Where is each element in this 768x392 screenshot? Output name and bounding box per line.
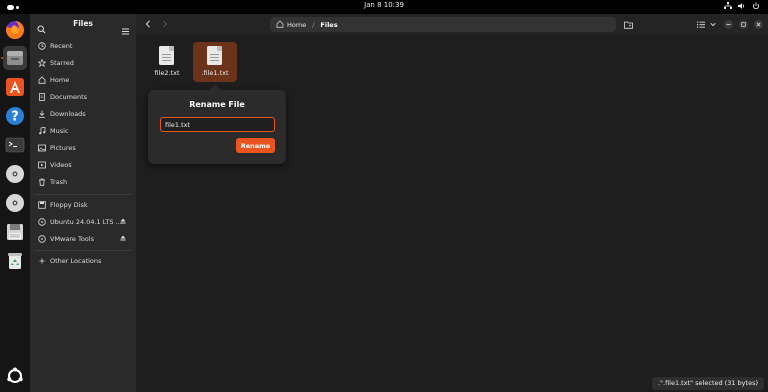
clock[interactable]: Jan 8 10:39: [0, 1, 768, 9]
plus-icon: [38, 257, 46, 265]
sidebar-item-trash[interactable]: Trash: [30, 173, 136, 190]
sidebar-item-label: Videos: [50, 160, 72, 169]
trash-icon: [38, 178, 46, 186]
sidebar-item-label: Documents: [50, 92, 88, 101]
disc-icon: [38, 234, 46, 243]
rename-title: Rename File: [189, 100, 245, 109]
floppy-icon[interactable]: [3, 220, 27, 244]
eject-icon[interactable]: [120, 218, 126, 226]
sidebar-item-floppy-disk[interactable]: Floppy Disk: [30, 196, 136, 213]
sidebar-item-label: Music: [50, 126, 69, 135]
app-center-icon[interactable]: [3, 75, 27, 99]
chevron-down-icon[interactable]: [706, 18, 719, 31]
maximize-button[interactable]: [739, 20, 748, 29]
trash-icon[interactable]: [3, 249, 27, 273]
rename-input[interactable]: [160, 117, 275, 132]
sidebar-item-music[interactable]: Music: [30, 122, 136, 139]
picture-icon: [38, 144, 46, 152]
rename-popover: Rename File Rename: [148, 84, 286, 164]
home-icon: [38, 75, 46, 84]
top-bar: Jan 8 10:39: [0, 0, 768, 14]
popover-arrow: [209, 84, 221, 96]
files-icon[interactable]: [3, 46, 27, 70]
sidebar-item-label: Starred: [50, 58, 74, 67]
download-icon: [38, 110, 46, 118]
file-item-selected[interactable]: .file1.txt: [193, 42, 237, 82]
music-icon: [38, 126, 46, 135]
sidebar-divider: [34, 194, 132, 195]
text-file-icon: [159, 46, 174, 65]
network-icon: [724, 2, 732, 13]
breadcrumb-current[interactable]: Files: [320, 21, 337, 29]
file-name: file2.txt: [154, 69, 180, 77]
back-button[interactable]: [143, 19, 153, 29]
dock: ?: [0, 14, 30, 392]
sidebar-item-label: Ubuntu 24.04.1 LTS ...: [50, 217, 122, 226]
breadcrumb-separator: /: [312, 20, 315, 29]
show-apps-icon[interactable]: [3, 364, 27, 388]
sidebar-item-vmware-tools[interactable]: VMware Tools: [30, 230, 136, 247]
path-bar[interactable]: Home / Files: [270, 17, 616, 32]
video-icon: [38, 161, 46, 169]
sidebar-item-videos[interactable]: Videos: [30, 156, 136, 173]
disc-icon[interactable]: [3, 191, 27, 215]
sidebar-item-label: Other Locations: [50, 256, 102, 265]
sidebar-title: Files: [73, 19, 93, 28]
sidebar-header: Files: [30, 14, 136, 35]
document-icon: [38, 92, 46, 101]
sidebar: Files Recent Starred Home Documents Down…: [30, 14, 136, 392]
sidebar-item-downloads[interactable]: Downloads: [30, 105, 136, 122]
header-bar: Home / Files: [136, 14, 768, 35]
status-overlay: .".file1.txt" selected (31 bytes): [651, 377, 764, 390]
home-icon: [276, 19, 284, 30]
menu-icon[interactable]: [122, 20, 129, 35]
sidebar-item-pictures[interactable]: Pictures: [30, 139, 136, 156]
sidebar-item-label: Recent: [50, 41, 73, 50]
system-tray[interactable]: [724, 2, 760, 13]
sidebar-divider: [34, 250, 132, 251]
sidebar-item-documents[interactable]: Documents: [30, 88, 136, 105]
eject-icon[interactable]: [120, 235, 126, 243]
terminal-icon[interactable]: [3, 133, 27, 157]
main-pane: Home / Files file2.txt .file1.txt Rename…: [136, 14, 768, 392]
volume-icon: [738, 2, 746, 13]
sidebar-item-label: Trash: [50, 177, 68, 186]
open-folder-menu-icon[interactable]: [622, 18, 635, 31]
power-icon: [752, 2, 760, 13]
sidebar-item-recent[interactable]: Recent: [30, 37, 136, 54]
disc-icon[interactable]: [3, 162, 27, 186]
sidebar-item-label: VMware Tools: [50, 234, 94, 243]
file-name: .file1.txt: [201, 69, 229, 77]
disc-icon: [38, 217, 46, 226]
svg-text:?: ?: [11, 110, 19, 125]
rename-button[interactable]: Rename: [236, 138, 275, 153]
sidebar-item-home[interactable]: Home: [30, 71, 136, 88]
minimize-button[interactable]: [724, 20, 733, 29]
help-icon[interactable]: ?: [3, 104, 27, 128]
sidebar-item-label: Pictures: [50, 143, 76, 152]
clock-icon: [38, 41, 46, 50]
star-icon: [38, 58, 46, 67]
sidebar-item-starred[interactable]: Starred: [30, 54, 136, 71]
text-file-icon: [207, 46, 222, 65]
sidebar-item-ubuntu-disc[interactable]: Ubuntu 24.04.1 LTS ...: [30, 213, 136, 230]
sidebar-item-other-locations[interactable]: Other Locations: [30, 252, 136, 269]
forward-button[interactable]: [160, 19, 170, 29]
running-indicator: [1, 57, 3, 59]
file-item[interactable]: file2.txt: [145, 42, 189, 82]
close-button[interactable]: [754, 20, 763, 29]
sidebar-item-label: Home: [50, 75, 70, 84]
firefox-icon[interactable]: [3, 18, 27, 42]
floppy-icon: [38, 200, 46, 209]
breadcrumb-home[interactable]: Home: [287, 21, 306, 29]
sidebar-item-label: Downloads: [50, 109, 86, 118]
sidebar-item-label: Floppy Disk: [50, 200, 88, 209]
